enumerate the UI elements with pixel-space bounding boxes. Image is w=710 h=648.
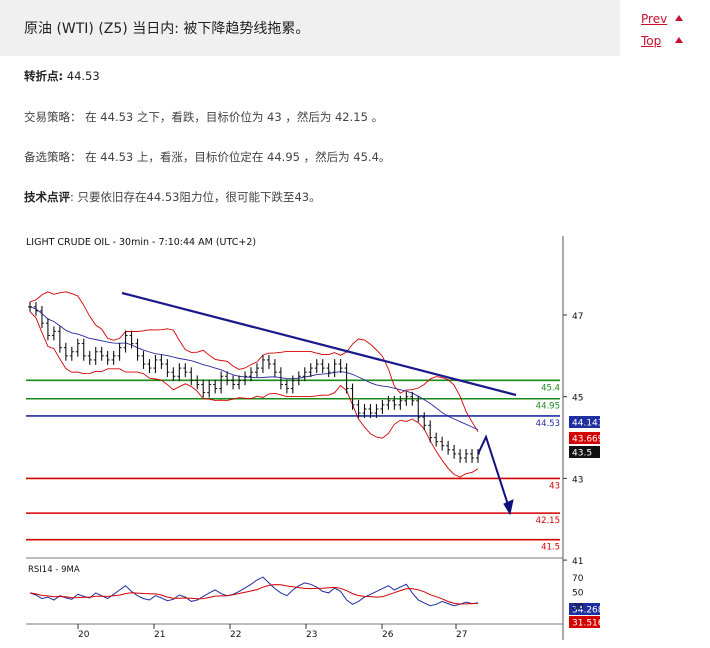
level-lines: 45.4 44.95 44.53 43 42.15 41.5	[26, 379, 560, 553]
rsi-panel: 34.26831.5166	[29, 576, 611, 629]
header-bar: 原油 (WTI) (Z5) 当日内: 被下降趋势线拖累。	[0, 0, 620, 56]
rsi-tick-label-70: 70	[572, 574, 584, 584]
level-label-44.53: 44.53	[536, 419, 560, 429]
rsi-tick-label-50: 50	[572, 588, 584, 598]
y-tick-label-47: 47	[572, 312, 583, 322]
price-badge-2: 43.5	[572, 449, 592, 459]
x-tick-label-23: 23	[306, 630, 317, 640]
strategy-label: 交易策略：	[24, 110, 82, 124]
alternative-text: 在 44.53 上，看涨，目标价位定在 44.95 ，然后为 45.4。	[85, 150, 391, 164]
chart-svg: LIGHT CRUDE OIL - 30min - 7:10:44 AM (UT…	[26, 236, 611, 640]
annotations: 44.143 43.669 43.5	[121, 291, 607, 516]
rsi-tick-label-30: 30	[572, 603, 584, 613]
price-badge-1: 43.669	[572, 435, 600, 445]
projection-arrow	[477, 434, 511, 512]
x-tick-label-21: 21	[154, 630, 165, 640]
pivot-value: 44.53	[66, 69, 100, 83]
alternative-label: 备选策略：	[24, 150, 82, 164]
y-tick-label-45: 45	[572, 394, 583, 404]
x-tick-label-27: 27	[456, 630, 467, 640]
rsi-title: RSI14 - 9MA	[28, 565, 80, 575]
arrow-head-icon	[503, 499, 514, 516]
page-title: 原油 (WTI) (Z5) 当日内: 被下降趋势线拖累。	[24, 21, 310, 37]
pivot-line: 转折点: 44.53	[24, 68, 100, 84]
top-link[interactable]: Top	[641, 34, 684, 48]
bollinger-upper	[29, 291, 479, 433]
alternative-line: 备选策略： 在 44.53 上，看涨，目标价位定在 44.95 ，然后为 45.…	[24, 149, 390, 165]
bollinger-lower	[29, 311, 479, 478]
y-tick-label-43: 43	[572, 475, 583, 485]
level-label-41.5: 41.5	[541, 543, 560, 553]
comment-text: : 只要依旧存在44.53阻力位，很可能下跌至43。	[70, 190, 321, 204]
rsi-badge-1: 31.5166	[572, 619, 600, 629]
triangle-up-icon	[675, 37, 684, 43]
level-label-45.4: 45.4	[541, 383, 560, 393]
strategy-text: 在 44.53 之下，看跌，目标价位为 43 ，然后为 42.15 。	[85, 110, 384, 124]
chart-title: LIGHT CRUDE OIL - 30min - 7:10:44 AM (UT…	[26, 237, 256, 248]
top-link-label: Top	[641, 34, 662, 48]
x-tick-label-22: 22	[230, 630, 241, 640]
price-chart: LIGHT CRUDE OIL - 30min - 7:10:44 AM (UT…	[0, 228, 611, 644]
level-label-42.15: 42.15	[536, 516, 560, 526]
price-badge-0: 44.143	[572, 419, 600, 429]
triangle-up-icon	[675, 15, 684, 21]
y-tick-label-41: 41	[572, 557, 583, 567]
pivot-label: 转折点:	[24, 69, 64, 83]
comment-label: 技术点评	[24, 190, 70, 204]
x-tick-label-20: 20	[78, 630, 90, 640]
comment-line: 技术点评: 只要依旧存在44.53阻力位，很可能下跌至43。	[24, 189, 321, 205]
bollinger-bands	[29, 291, 479, 478]
prev-link[interactable]: Prev	[641, 12, 684, 26]
rsi-ma-line	[29, 584, 479, 605]
strategy-line: 交易策略： 在 44.53 之下，看跌，目标价位为 43 ，然后为 42.15 …	[24, 109, 383, 125]
rsi-line	[29, 576, 479, 607]
prev-link-label: Prev	[641, 12, 668, 26]
x-tick-label-26: 26	[382, 630, 394, 640]
level-label-44.95: 44.95	[536, 402, 560, 412]
level-label-43: 43	[549, 481, 560, 491]
